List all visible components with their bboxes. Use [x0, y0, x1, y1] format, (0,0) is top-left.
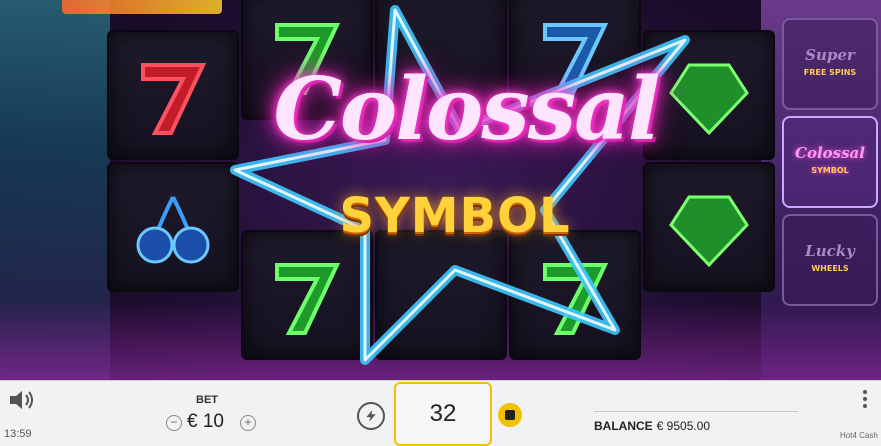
- side-feature-sublabel: FREE SPINS: [803, 68, 857, 77]
- game-logo: [62, 0, 222, 14]
- feature-subtitle: SYMBOL: [339, 188, 571, 244]
- side-feature-colossal-symbol: Colossal SYMBOL: [782, 116, 878, 208]
- menu-button[interactable]: [862, 390, 868, 412]
- balance: BALANCE € 9505.00: [594, 419, 710, 433]
- side-feature-label: Colossal: [795, 144, 865, 162]
- bet-increase-button[interactable]: +: [240, 415, 256, 431]
- speaker-icon[interactable]: [8, 388, 36, 412]
- side-feature-free-spins: Super FREE SPINS: [782, 18, 878, 110]
- spin-button[interactable]: 32: [394, 382, 492, 446]
- turbo-button[interactable]: [357, 402, 385, 430]
- game-name: Hot4 Cash: [840, 431, 878, 440]
- bet-value: € 10: [187, 411, 224, 432]
- kebab-menu-icon: [863, 390, 867, 394]
- balance-value: € 9505.00: [656, 419, 711, 433]
- side-feature-wheels: Lucky WHEELS: [782, 214, 878, 306]
- bet-label: BET: [196, 394, 218, 406]
- clock: 13:59: [4, 428, 32, 440]
- side-feature-label: Super: [805, 46, 855, 64]
- cherries-icon: [136, 196, 210, 264]
- feature-title: Colossal: [273, 59, 660, 160]
- red-seven-icon: [141, 63, 207, 135]
- side-feature-label: Lucky: [805, 242, 855, 260]
- stop-icon: [505, 410, 515, 420]
- bet-decrease-button[interactable]: −: [166, 415, 182, 431]
- side-feature-sublabel: SYMBOL: [811, 166, 849, 175]
- autoplay-button[interactable]: [498, 403, 522, 427]
- balance-divider: [594, 411, 798, 412]
- lightning-icon: [366, 410, 376, 422]
- side-feature-sublabel: WHEELS: [811, 264, 849, 273]
- balance-label: BALANCE: [594, 419, 653, 433]
